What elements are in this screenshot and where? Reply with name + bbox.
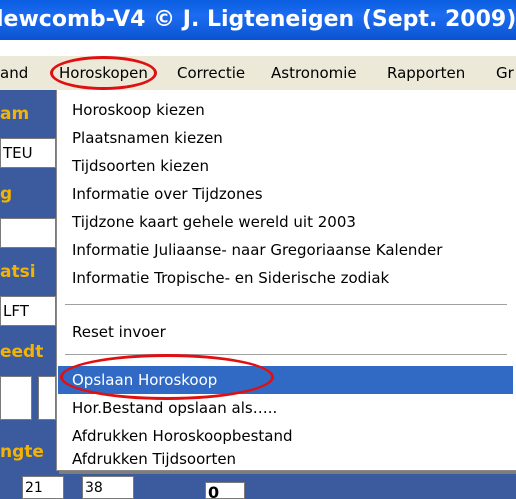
menu-item-land[interactable]: and bbox=[0, 56, 28, 90]
label-datum: g bbox=[0, 184, 13, 204]
label-lengte: ngte bbox=[0, 442, 44, 462]
menu-item-horoskopen[interactable]: Horoskopen bbox=[50, 56, 157, 90]
menu-informatie-tijdzones[interactable]: Informatie over Tijdzones bbox=[58, 180, 513, 208]
field-plaats[interactable]: LFT bbox=[0, 296, 56, 326]
menu-horoskoop-kiezen[interactable]: Horoskoop kiezen bbox=[58, 96, 513, 124]
menu-reset-invoer[interactable]: Reset invoer bbox=[58, 318, 513, 346]
app-left-panel: am TEU g atsi LFT eedt ngte bbox=[0, 90, 56, 499]
horoskopen-dropdown-menu: Horoskoop kiezen Plaatsnamen kiezen Tijd… bbox=[56, 90, 516, 471]
field-lengte-seconden[interactable]: 0 bbox=[205, 482, 245, 499]
field-lengte-graden[interactable]: 21 bbox=[22, 476, 64, 499]
menu-informatie-kalender[interactable]: Informatie Juliaanse- naar Gregoriaanse … bbox=[58, 236, 513, 264]
field-datum[interactable] bbox=[0, 218, 56, 248]
menu-item-astronomie[interactable]: Astronomie bbox=[271, 56, 357, 90]
menu-item-gr[interactable]: Gr bbox=[496, 56, 514, 90]
label-tijd: eedt bbox=[0, 342, 44, 362]
field-tijd-uur[interactable] bbox=[0, 376, 32, 420]
menu-informatie-zodiak[interactable]: Informatie Tropische- en Siderische zodi… bbox=[58, 264, 513, 292]
field-tijd-min[interactable] bbox=[38, 376, 56, 420]
menu-plaatsnamen-kiezen[interactable]: Plaatsnamen kiezen bbox=[58, 124, 513, 152]
window-title: lewcomb-V4 © J. Ligteneigen (Sept. 2009) bbox=[0, 7, 516, 32]
menu-afdrukken-tijdsoorten[interactable]: Afdrukken Tijdsoorten bbox=[58, 448, 513, 470]
field-lengte-minuten[interactable]: 38 bbox=[82, 476, 134, 499]
menu-bar: and Horoskopen Correctie Astronomie Rapp… bbox=[0, 56, 516, 90]
label-plaats: atsi bbox=[0, 262, 36, 282]
menu-bestand-opslaan-als[interactable]: Hor.Bestand opslaan als….. bbox=[58, 394, 513, 422]
menu-tijdzone-kaart[interactable]: Tijdzone kaart gehele wereld uit 2003 bbox=[58, 208, 513, 236]
label-naam: am bbox=[0, 104, 30, 124]
menu-opslaan-horoskoop[interactable]: Opslaan Horoskoop bbox=[58, 366, 513, 394]
menu-tijdsoorten-kiezen[interactable]: Tijdsoorten kiezen bbox=[58, 152, 513, 180]
window-title-bar[interactable]: lewcomb-V4 © J. Ligteneigen (Sept. 2009) bbox=[0, 0, 516, 40]
field-naam[interactable]: TEU bbox=[0, 138, 56, 168]
title-gap bbox=[0, 40, 516, 56]
menu-item-rapporten[interactable]: Rapporten bbox=[387, 56, 465, 90]
menu-afdrukken-horoskoopbestand[interactable]: Afdrukken Horoskoopbestand bbox=[58, 422, 513, 450]
menu-item-correctie[interactable]: Correctie bbox=[177, 56, 245, 90]
menu-separator bbox=[65, 304, 507, 306]
menu-separator bbox=[65, 354, 507, 356]
